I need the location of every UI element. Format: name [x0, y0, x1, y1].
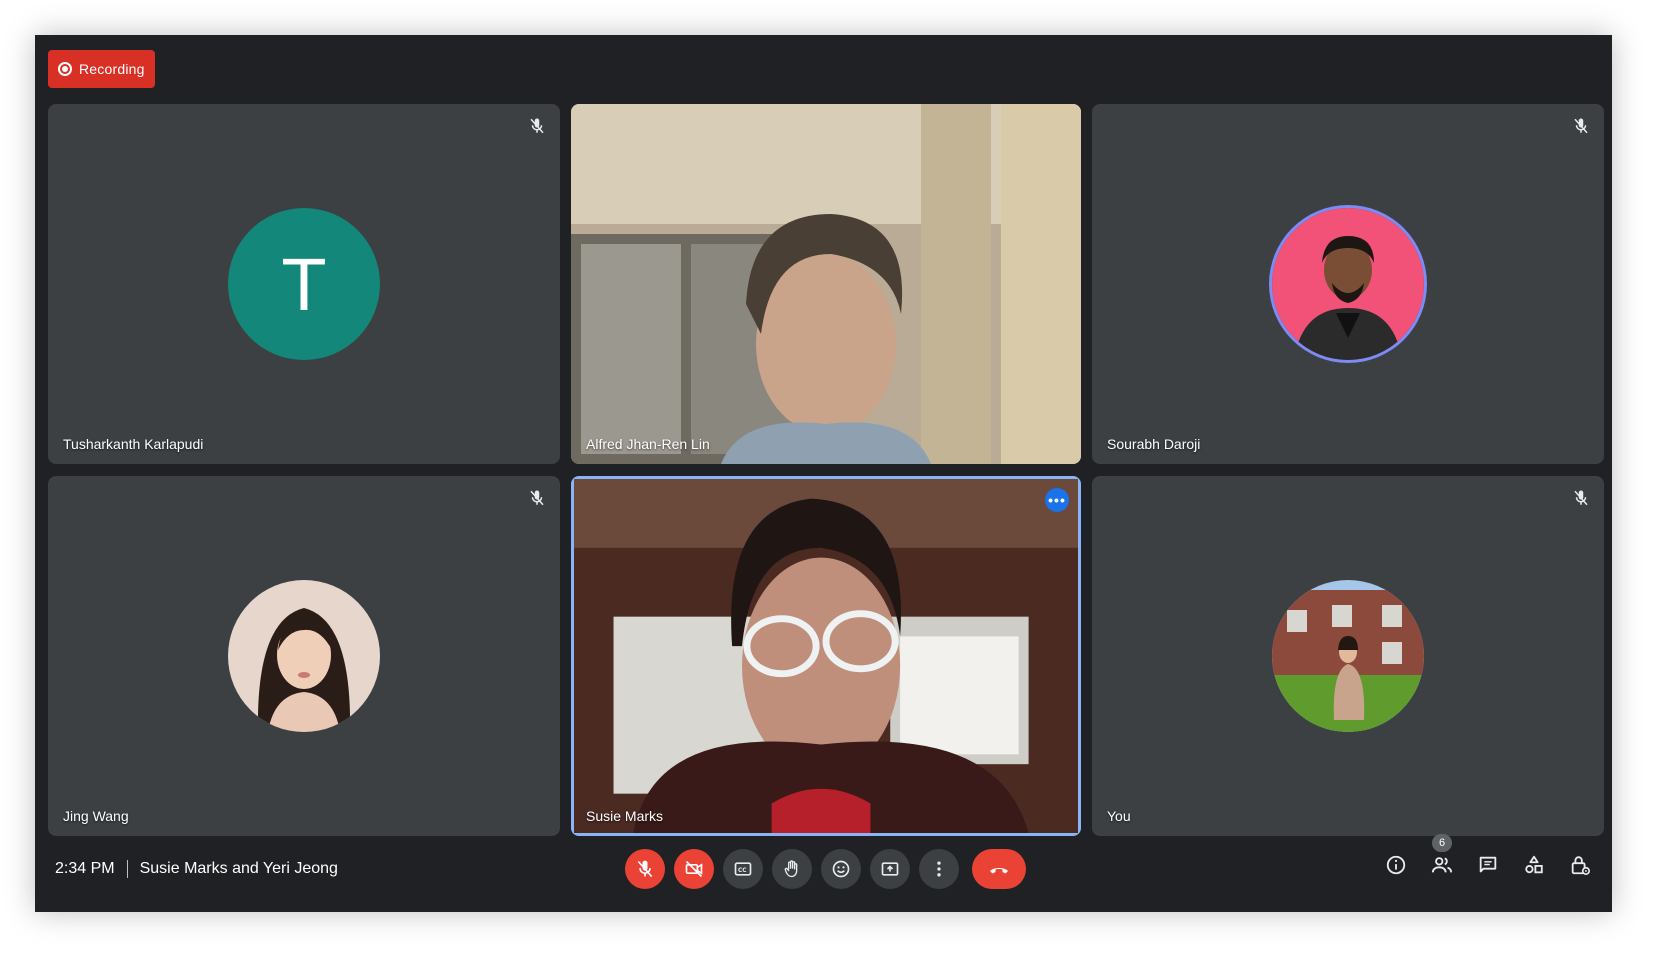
participant-count-badge: 6: [1432, 834, 1452, 852]
emoji-icon: [832, 860, 850, 878]
leave-call-button[interactable]: [972, 849, 1026, 889]
participant-name: Susie Marks: [586, 808, 664, 824]
captions-icon: CC: [734, 862, 752, 876]
mic-muted-icon: [530, 118, 544, 134]
activities-button[interactable]: [1522, 853, 1546, 877]
hang-up-icon: [990, 868, 1008, 874]
call-controls: CC: [625, 849, 1035, 889]
meeting-details-button[interactable]: [1384, 853, 1408, 877]
mic-toggle-button[interactable]: [625, 849, 665, 889]
participant-name: Tusharkanth Karlapudi: [63, 436, 204, 452]
participant-tile[interactable]: Sourabh Daroji: [1092, 104, 1604, 464]
camera-off-icon: [685, 860, 703, 878]
recording-badge[interactable]: Recording: [48, 50, 155, 88]
present-button[interactable]: [870, 849, 910, 889]
avatar: [1272, 580, 1424, 732]
camera-toggle-button[interactable]: [674, 849, 714, 889]
captions-button[interactable]: CC: [723, 849, 763, 889]
raise-hand-icon: [784, 860, 798, 878]
svg-text:CC: CC: [738, 868, 747, 874]
host-controls-icon: [1571, 856, 1590, 875]
avatar: [1272, 208, 1424, 360]
people-button[interactable]: 6: [1430, 834, 1454, 877]
participant-tile[interactable]: Jing Wang: [48, 476, 560, 836]
divider: [126, 860, 128, 878]
raise-hand-button[interactable]: [772, 849, 812, 889]
participant-video: [574, 479, 1078, 833]
mic-muted-icon: [1574, 490, 1588, 506]
mic-muted-icon: [530, 490, 544, 506]
reactions-button[interactable]: [821, 849, 861, 889]
people-icon: [1431, 857, 1453, 873]
record-icon: [58, 62, 72, 76]
participant-name: You: [1107, 808, 1131, 824]
meeting-title: Susie Marks and Yeri Jeong: [139, 860, 338, 877]
host-controls-button[interactable]: [1568, 853, 1592, 877]
side-panel-controls: 6: [1362, 834, 1592, 877]
chat-icon: [1479, 856, 1497, 873]
participant-tile-video-active[interactable]: ••• Susie Marks: [571, 476, 1081, 836]
participant-name: Alfred Jhan-Ren Lin: [586, 436, 710, 452]
mic-off-icon: [637, 860, 653, 878]
info-icon: [1386, 855, 1406, 875]
more-options-button[interactable]: [919, 849, 959, 889]
more-options-icon: [937, 861, 941, 877]
participant-name: Sourabh Daroji: [1107, 436, 1201, 452]
participant-tile-video[interactable]: Alfred Jhan-Ren Lin: [571, 104, 1081, 464]
avatar: [228, 580, 380, 732]
participant-name: Jing Wang: [63, 808, 129, 824]
bottom-bar: 2:34 PM Susie Marks and Yeri Jeong CC 6: [35, 834, 1612, 912]
chat-button[interactable]: [1476, 853, 1500, 877]
participant-tile[interactable]: T Tusharkanth Karlapudi: [48, 104, 560, 464]
participant-tile-self[interactable]: You: [1092, 476, 1604, 836]
current-time: 2:34 PM: [55, 860, 115, 877]
avatar: T: [228, 208, 380, 360]
recording-label: Recording: [79, 61, 145, 77]
present-screen-icon: [881, 862, 899, 876]
mic-muted-icon: [1574, 118, 1588, 134]
more-options-icon[interactable]: •••: [1045, 488, 1069, 512]
meeting-window: Recording T Tusharkanth Karlapudi Alfred…: [35, 35, 1612, 912]
activities-icon: [1525, 855, 1543, 874]
meeting-info: 2:34 PM Susie Marks and Yeri Jeong: [55, 860, 338, 878]
participant-video: [571, 104, 1081, 464]
